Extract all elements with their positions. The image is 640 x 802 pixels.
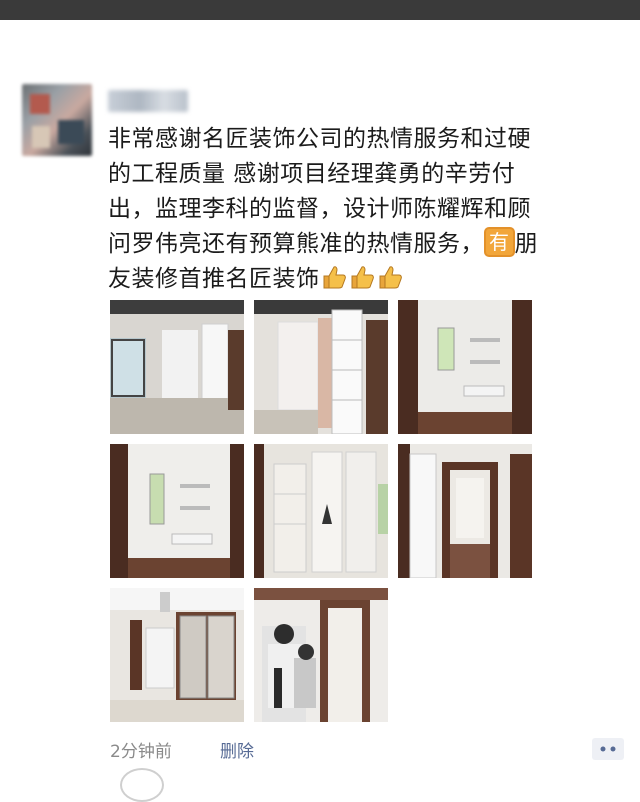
photo-thumbnail[interactable] (254, 588, 388, 722)
photo-thumbnail[interactable] (110, 444, 244, 578)
post-time: 2分钟前 (110, 742, 172, 762)
post-line: 问罗伟亮还有预算熊准的热情服务，有朋 (108, 227, 608, 262)
post-line: 的工程质量 感谢项目经理龚勇的辛劳付 (108, 161, 516, 187)
thumbs-up-icon (379, 266, 402, 289)
photo-thumbnail[interactable] (254, 444, 388, 578)
avatar[interactable] (22, 84, 92, 156)
thumbs-up-icon (323, 266, 346, 289)
delete-link[interactable]: 删除 (220, 737, 254, 762)
post-line-text: 友装修首推名匠装饰 (108, 266, 320, 292)
photo-thumbnail[interactable] (398, 444, 532, 578)
you-emoji-icon: 有 (484, 227, 515, 257)
post-line: 非常感谢名匠装饰公司的热情服务和过硬 (108, 126, 531, 152)
post-line: 友装修首推名匠装饰 (108, 262, 608, 297)
post-line: 出，监理李科的监督，设计师陈耀辉和顾 (108, 196, 531, 222)
comment-icon[interactable] (592, 738, 624, 760)
post-line-text: 问罗伟亮还有预算熊准的热情服务， (108, 231, 484, 257)
post-line-text-end: 朋 (514, 231, 538, 257)
thumbs-up-icon (351, 266, 374, 289)
username-blurred[interactable] (108, 90, 188, 112)
bottom-partial-avatar (120, 768, 164, 802)
photo-thumbnail[interactable] (398, 300, 532, 434)
photo-thumbnail[interactable] (110, 588, 244, 722)
photo-thumbnail[interactable] (254, 300, 388, 434)
post-text: 非常感谢名匠装饰公司的热情服务和过硬 的工程质量 感谢项目经理龚勇的辛劳付 出，… (108, 122, 608, 297)
status-bar (0, 0, 640, 20)
photo-thumbnail[interactable] (110, 300, 244, 434)
